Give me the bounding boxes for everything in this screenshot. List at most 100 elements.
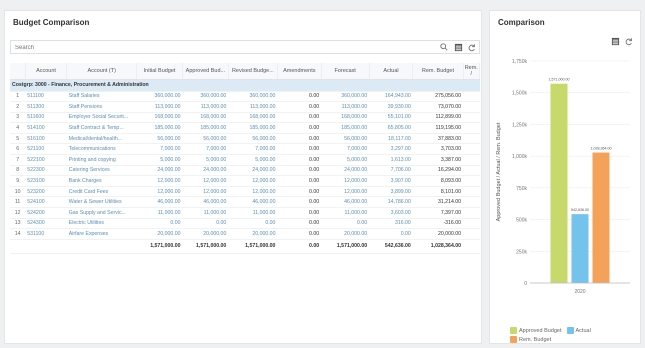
legend-item[interactable]: Approved Budget [510,327,562,334]
column-header[interactable]: Revised Budge... [228,63,278,80]
total-empty [66,238,137,254]
cell-revised: 46,000.00 [228,196,278,209]
cell-desc: Electric Utilities [66,218,137,230]
cell-forecast: 56,000.00 [321,133,370,145]
search-icon[interactable] [439,42,449,52]
chart-title: Comparison [498,18,545,27]
cell-forecast: 24,000.00 [321,165,370,177]
column-header[interactable]: Rem. Budget [412,63,464,80]
cell-revised: 5,000.00 [228,154,278,166]
cell-revised: 185,000.00 [228,122,278,134]
legend-swatch [510,327,517,334]
cell-idx: 7 [10,154,26,166]
cell-approved: 46,000.00 [182,196,229,209]
table-row[interactable]: 8 522300 Catering Services 24,000.00 24,000.… [10,165,480,177]
comparison-bar-chart: Approved Budget / Actual / Rem. Budget 0 2… [496,59,630,295]
cell-forecast: 168,000.00 [321,112,370,124]
cell-account: 511300 [25,101,67,113]
table-row[interactable]: 11 524100 Water & Sewer Utilities 46,000.00… [10,196,480,209]
y-tick-label: 1,750k [512,59,528,65]
cell-initial: 56,000.00 [136,133,183,145]
table-row[interactable]: 9 523100 Bank Charges 12,000.00 12,000.00 12,… [10,175,480,187]
cell-idx: 12 [10,207,26,219]
table-row[interactable]: 5 516100 Medical/dental/health... 56,000.00… [10,133,480,145]
table-row[interactable]: 1 511100 Staff Salaries 360,000.00 360,000.0… [10,91,480,103]
cell-account: 523100 [25,175,67,187]
cell-idx: 3 [10,112,26,124]
column-header[interactable]: Account (T) [66,63,138,80]
cell-idx: 4 [10,122,26,134]
cell-forecast: 12,000.00 [321,186,370,198]
cell-amend: 0.00 [277,133,322,145]
cell-amend: 0.00 [277,122,322,134]
search-input[interactable] [15,43,315,53]
comparison-panel: Comparison Approved Budget / Actual / Re… [489,10,641,344]
refresh-icon[interactable] [467,42,477,52]
cell-revised: 168,000.00 [228,112,278,124]
cell-rem: 8,093.00 [412,175,464,187]
cell-rem: 3,703.00 [412,143,464,156]
panel-title: Budget Comparison [13,18,90,27]
cell-forecast: 0.00 [321,218,370,230]
column-header[interactable]: Rem. / [463,63,480,80]
cell-padding [463,122,480,134]
cell-revised: 56,000.00 [228,133,278,145]
column-header[interactable]: Amendments [277,63,322,80]
column-header[interactable]: Account [25,63,68,80]
cell-amend: 0.00 [277,91,322,103]
export-icon[interactable] [453,42,463,52]
legend-swatch [566,327,574,334]
app-frame: Budget Comparison AccountAccount (T)Init… [0,0,645,348]
bar-rem-budget[interactable] [592,152,610,283]
cell-padding [463,207,480,219]
legend-item[interactable]: Actual [566,327,591,334]
cell-idx: 2 [10,101,26,113]
column-header[interactable] [10,63,26,80]
table-row[interactable]: 13 524300 Electric Utilities 0.00 0.00 0.00 0.… [10,218,480,230]
cell-desc: Catering Services [66,165,137,177]
legend-label: Approved Budget [519,327,562,334]
cell-rem: 7,397.00 [412,207,464,219]
table-row[interactable]: 3 511600 Employer Social Securit... 168,000… [10,112,480,124]
table-row[interactable]: 4 514100 Staff Contract & Temp... 185,000.0… [10,122,480,134]
bar-actual[interactable] [571,214,589,283]
cell-rem: 8,101.00 [412,186,464,198]
bar-approved-budget[interactable] [550,83,568,283]
export-icon[interactable] [610,36,620,46]
y-tick-label: 1,250k [512,122,528,128]
cell-rem: 16,294.00 [412,165,464,177]
cell-account: 516100 [25,133,67,145]
cell-actual: 3,907.00 [369,175,413,187]
cell-desc: Water & Sewer Utilities [66,196,137,209]
cell-actual: 3,297.00 [369,143,413,156]
total-approved: 1,571,000.00 [182,238,229,254]
cell-approved: 24,000.00 [182,165,229,177]
cell-revised: 0.00 [228,218,278,230]
cell-initial: 168,000.00 [136,112,183,124]
column-header[interactable]: Initial Budget [136,63,183,80]
cell-actual: 316.00 [369,218,413,230]
column-header[interactable]: Approved Bud... [182,63,229,80]
table-row[interactable]: 2 511300 Staff Pensions 113,000.00 113,000.0… [10,101,480,113]
table-row[interactable]: 10 523200 Credit Card Fees 12,000.00 12,000.… [10,186,480,198]
cell-padding [463,143,480,156]
cell-approved: 11,000.00 [182,207,229,219]
column-header[interactable]: Forecast [321,63,370,80]
table-row[interactable]: 12 524200 Gas Supply and Servic... 11,000.0… [10,207,480,219]
table-row[interactable]: 7 522100 Printing and copying 5,000.00 5,000… [10,154,480,166]
column-header[interactable]: Actual [369,63,414,80]
cell-account: 523200 [25,186,67,198]
cell-amend: 0.00 [277,218,322,230]
cell-idx: 8 [10,165,26,177]
table-row[interactable]: 6 521100 Telecommunications 7,000.00 7,000.0… [10,143,480,156]
cell-rem: 31,214.00 [412,196,464,209]
legend-item[interactable]: Rem. Budget [510,336,551,343]
cell-revised: 360,000.00 [228,91,278,103]
y-tick-label: 750k [516,186,527,192]
cell-approved: 12,000.00 [182,186,229,198]
cell-actual: 3,899.00 [369,186,413,198]
cell-desc: Medical/dental/health... [66,133,137,145]
table-row[interactable]: 14 531100 Airfare Expenses 20,000.00 20,000.… [10,228,480,240]
group-row[interactable]: Costgrp: 3000 - Finance, Procurement & A… [10,79,480,92]
refresh-icon[interactable] [624,36,634,46]
